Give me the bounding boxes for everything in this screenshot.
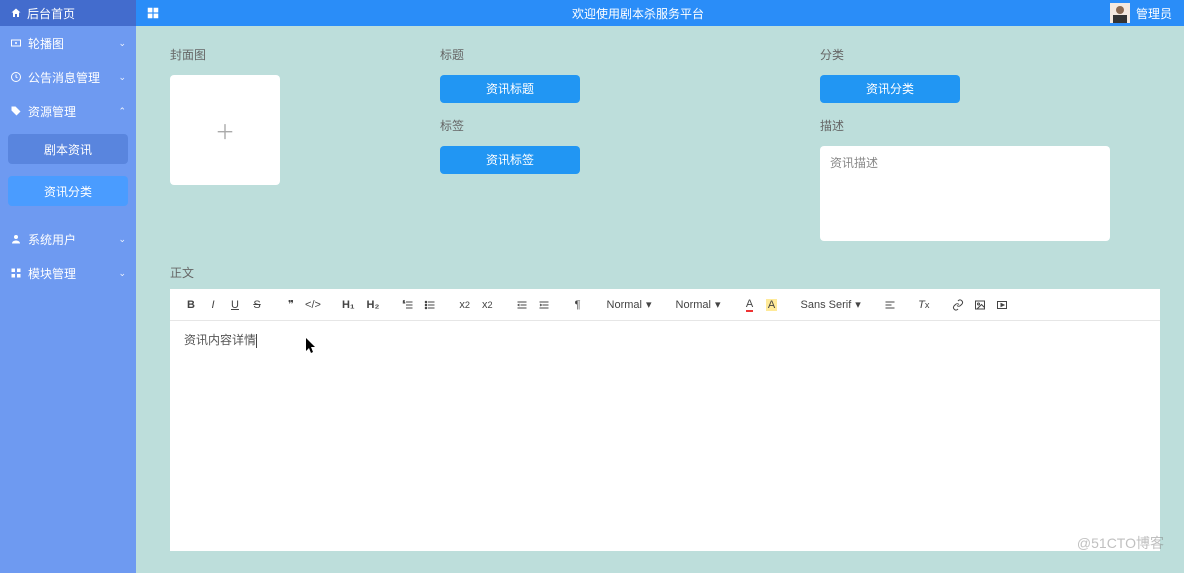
category-input[interactable]: [820, 75, 960, 103]
tag-label: 标签: [440, 117, 780, 134]
title-label: 标题: [440, 46, 780, 63]
clear-format-button[interactable]: Tx: [915, 296, 933, 314]
rich-editor: B I U S ❞ </> H₁ H₂ 1 x2 x2: [170, 289, 1160, 551]
text-color-button[interactable]: A: [741, 296, 759, 314]
sidebar-item-module[interactable]: 模块管理 ⌄: [0, 256, 136, 290]
chevron-down-icon: ⌄: [118, 268, 126, 279]
dropdown-arrow-icon: ▾: [646, 298, 652, 311]
bold-button[interactable]: B: [182, 296, 200, 314]
sidebar-item-label: 系统用户: [28, 231, 76, 248]
module-icon: [10, 267, 22, 279]
align-button[interactable]: [881, 296, 899, 314]
content: 封面图 ＋ 标题 标签 分类 描述 正文 B I: [136, 26, 1184, 573]
page-title: 欢迎使用剧本杀服务平台: [166, 5, 1110, 22]
sidebar-item-carousel[interactable]: 轮播图 ⌄: [0, 26, 136, 60]
user-role: 管理员: [1136, 5, 1172, 22]
editor-text: 资讯内容详情: [184, 333, 256, 347]
code-button[interactable]: </>: [304, 296, 322, 314]
sidebar-item-label: 资源管理: [28, 103, 76, 120]
sidebar-item-system-user[interactable]: 系统用户 ⌄: [0, 222, 136, 256]
editor-content[interactable]: 资讯内容详情: [170, 321, 1160, 551]
body-label: 正文: [170, 264, 1160, 281]
clock-icon: [10, 71, 22, 83]
font-label: Sans Serif: [801, 299, 852, 311]
plus-icon: ＋: [215, 116, 235, 145]
image-button[interactable]: [971, 296, 989, 314]
carousel-icon: [10, 37, 22, 49]
quote-button[interactable]: ❞: [282, 296, 300, 314]
sidebar-sub-script-news[interactable]: 剧本资讯: [8, 134, 128, 164]
header-label: Normal: [676, 299, 711, 311]
subscript-button[interactable]: x2: [455, 296, 474, 314]
sidebar-sub-news-category[interactable]: 资讯分类: [8, 176, 128, 206]
dropdown-arrow-icon: ▾: [715, 298, 721, 311]
sidebar-item-announcement[interactable]: 公告消息管理 ⌄: [0, 60, 136, 94]
strike-button[interactable]: S: [248, 296, 266, 314]
superscript-button[interactable]: x2: [478, 296, 497, 314]
sidebar-sub-label: 资讯分类: [44, 183, 92, 200]
grid-toggle[interactable]: [140, 6, 166, 20]
category-label: 分类: [820, 46, 1160, 63]
sidebar-item-resource[interactable]: 资源管理 ⌃: [0, 94, 136, 128]
tag-icon: [10, 105, 22, 117]
chevron-down-icon: ⌄: [118, 234, 126, 245]
tag-input[interactable]: [440, 146, 580, 174]
user-icon: [10, 233, 22, 245]
cover-label: 封面图: [170, 46, 400, 63]
desc-label: 描述: [820, 117, 1160, 134]
user-menu[interactable]: 管理员: [1110, 3, 1184, 23]
desc-textarea[interactable]: [820, 146, 1110, 241]
chevron-down-icon: ⌄: [118, 38, 126, 49]
title-input[interactable]: [440, 75, 580, 103]
indent-button[interactable]: [535, 296, 553, 314]
link-button[interactable]: [949, 296, 967, 314]
dropdown-arrow-icon: ▾: [855, 298, 861, 311]
svg-text:1: 1: [403, 300, 405, 304]
italic-button[interactable]: I: [204, 296, 222, 314]
watermark: @51CTO博客: [1077, 533, 1164, 553]
sidebar-item-label: 模块管理: [28, 265, 76, 282]
ordered-list-button[interactable]: 1: [399, 296, 417, 314]
sidebar-item-label: 公告消息管理: [28, 69, 100, 86]
home-icon: [10, 7, 22, 19]
sidebar: 轮播图 ⌄ 公告消息管理 ⌄ 资源管理 ⌃ 剧本资讯 资讯分类: [0, 26, 136, 573]
bullet-list-button[interactable]: [421, 296, 439, 314]
size-select[interactable]: Normal ▾: [603, 298, 656, 311]
editor-toolbar: B I U S ❞ </> H₁ H₂ 1 x2 x2: [170, 289, 1160, 321]
chevron-down-icon: ⌄: [118, 72, 126, 83]
underline-button[interactable]: U: [226, 296, 244, 314]
font-select[interactable]: Sans Serif ▾: [797, 298, 865, 311]
avatar: [1110, 3, 1130, 23]
chevron-up-icon: ⌃: [118, 106, 126, 117]
size-label: Normal: [607, 299, 642, 311]
text-cursor: [256, 334, 257, 348]
header-select[interactable]: Normal ▾: [672, 298, 725, 311]
home-label: 后台首页: [27, 5, 75, 22]
background-color-button[interactable]: A: [763, 296, 781, 314]
cover-upload[interactable]: ＋: [170, 75, 280, 185]
sidebar-sub-label: 剧本资讯: [44, 141, 92, 158]
h2-button[interactable]: H₂: [363, 296, 384, 314]
h1-button[interactable]: H₁: [338, 296, 359, 314]
video-button[interactable]: [993, 296, 1011, 314]
home-link[interactable]: 后台首页: [0, 0, 136, 26]
sidebar-item-label: 轮播图: [28, 35, 64, 52]
outdent-button[interactable]: [513, 296, 531, 314]
direction-button[interactable]: ¶: [569, 296, 587, 314]
top-header: 后台首页 欢迎使用剧本杀服务平台 管理员: [0, 0, 1184, 26]
